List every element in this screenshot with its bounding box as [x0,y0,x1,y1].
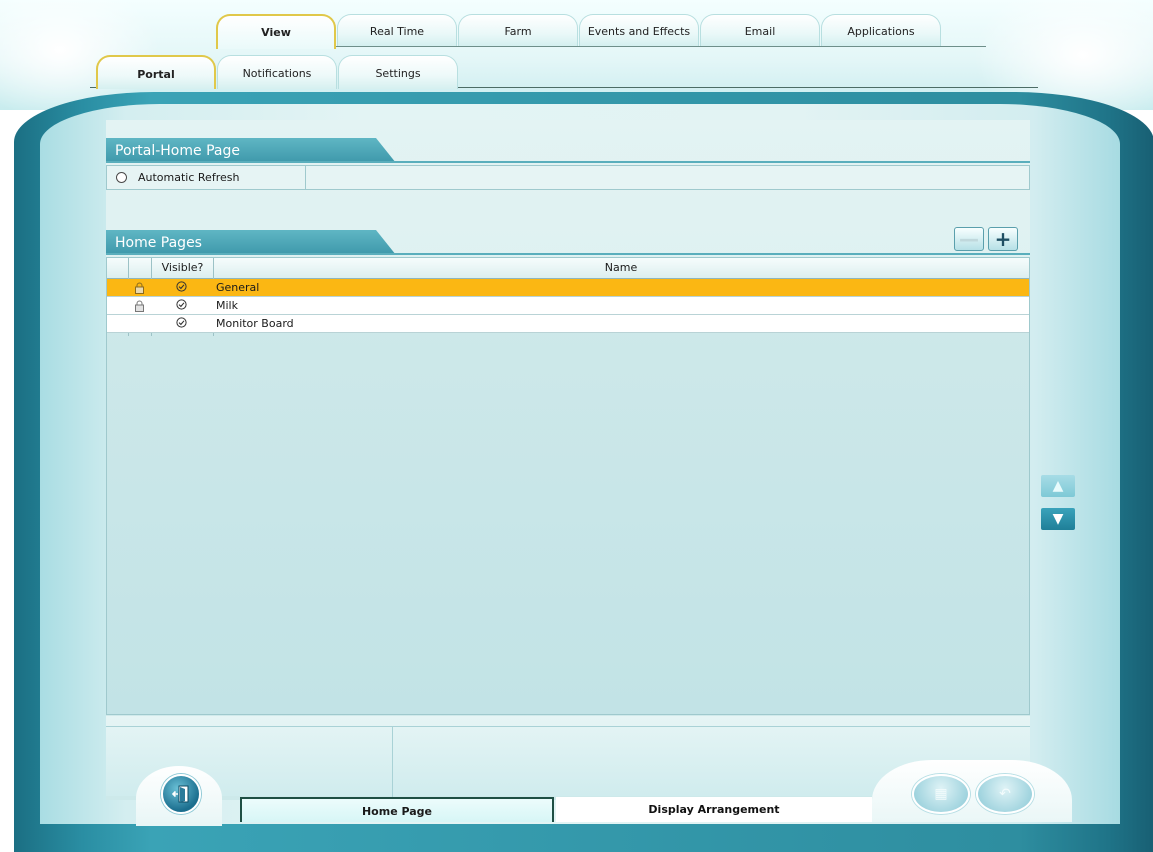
add-home-page-button[interactable]: + [988,227,1018,251]
bottom-divider [106,726,1030,727]
table-row[interactable]: Milk [107,297,1029,315]
automatic-refresh-label: Automatic Refresh [138,171,240,184]
subtab-notifications[interactable]: Notifications [217,55,337,89]
visible-check-icon[interactable] [174,299,188,313]
remove-home-page-button[interactable]: — [954,227,984,251]
tab-real-time[interactable]: Real Time [337,14,457,47]
lock-icon [134,300,145,312]
exit-button-holder [136,766,222,826]
row-name: Milk [216,299,238,312]
undo-button[interactable]: ↶ [976,774,1034,814]
row-name: Monitor Board [216,317,294,330]
subtab-portal[interactable]: Portal [96,55,216,89]
home-pages-section-underline [106,253,1030,255]
visible-check-icon[interactable] [174,317,188,331]
arrow-up-icon: ▲ [1052,478,1064,494]
home-pages-section-title: Home Pages [106,230,396,255]
portal-home-section-title: Portal-Home Page [106,138,396,163]
bottom-vertical-divider [392,727,393,797]
lock-icon [134,282,145,294]
automatic-refresh-option[interactable]: Automatic Refresh [107,166,306,189]
move-down-button[interactable]: ▼ [1041,508,1075,530]
bottom-right-panel [872,760,1072,822]
column-header-visible[interactable]: Visible? [152,258,213,278]
automatic-refresh-row: Automatic Refresh [106,165,1030,190]
arrow-down-icon: ▼ [1052,511,1064,527]
table-row[interactable]: General [107,279,1029,297]
portal-home-section-underline [106,161,1030,163]
exit-button[interactable] [161,774,201,814]
visible-check-icon[interactable] [174,281,188,295]
tab-events-and-effects[interactable]: Events and Effects [579,14,699,47]
automatic-refresh-radio[interactable] [116,172,127,183]
save-disk-icon: ▦ [934,786,948,802]
plus-icon: + [994,227,1012,251]
table-row[interactable]: Monitor Board [107,315,1029,333]
tab-farm[interactable]: Farm [458,14,578,47]
undo-arrow-icon: ↶ [999,786,1011,802]
tab-view[interactable]: View [216,14,336,49]
column-header-name[interactable]: Name [213,258,1029,278]
subtab-settings[interactable]: Settings [338,55,458,89]
home-pages-table: Visible? Name General Milk Monitor Board [106,257,1030,715]
table-header: Visible? Name [107,258,1029,279]
row-name: General [216,281,260,294]
subtab-baseline [458,87,1038,88]
move-up-button[interactable]: ▲ [1041,475,1075,497]
exit-door-icon [171,785,189,803]
subtab-baseline-left [90,87,96,88]
tab-display-arrangement[interactable]: Display Arrangement [556,797,872,822]
minus-icon: — [959,227,979,251]
top-tab-baseline [336,46,986,47]
tab-applications[interactable]: Applications [821,14,941,47]
save-button[interactable]: ▦ [912,774,970,814]
tab-home-page[interactable]: Home Page [240,797,554,822]
tab-email[interactable]: Email [700,14,820,47]
